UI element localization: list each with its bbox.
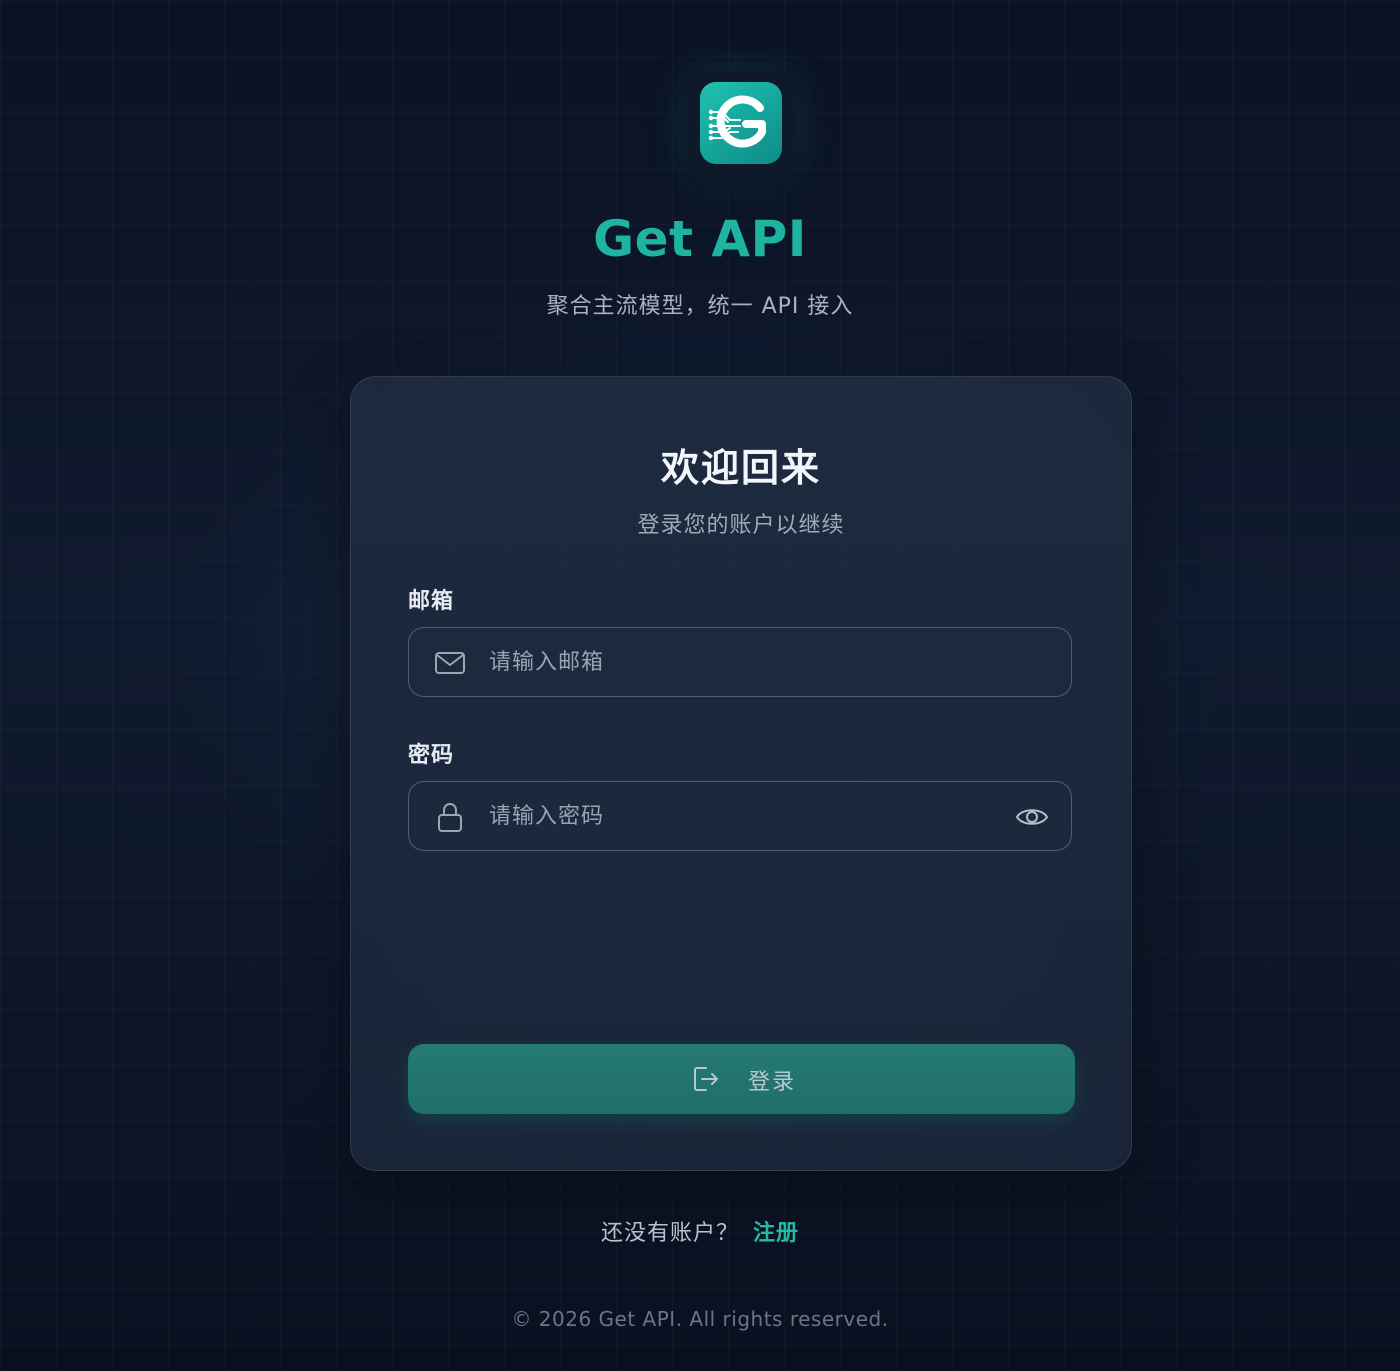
password-input[interactable]: [487, 782, 971, 851]
login-card: 欢迎回来 登录您的账户以继续 邮箱 密码: [350, 376, 1132, 1171]
login-button[interactable]: 登录: [408, 1044, 1075, 1114]
signup-prompt: 还没有账户？: [600, 1221, 739, 1246]
signup-prompt-row: 还没有账户？ 注册: [0, 1215, 1400, 1247]
eye-icon[interactable]: [1015, 800, 1049, 834]
brand-tagline: 聚合主流模型，统一 API 接入: [546, 294, 854, 319]
brand-name: Get API: [593, 210, 807, 268]
login-title: 欢迎回来: [660, 446, 821, 490]
signup-link[interactable]: 注册: [753, 1221, 799, 1246]
password-field[interactable]: [408, 781, 1072, 851]
email-field[interactable]: [408, 627, 1072, 697]
email-input[interactable]: [487, 628, 971, 697]
circuit-g-icon: [700, 82, 782, 164]
mail-icon: [433, 646, 467, 680]
footer-copyright: © 2026 Get API. All rights reserved.: [511, 1307, 889, 1331]
login-subtitle: 登录您的账户以继续: [637, 513, 845, 538]
login-button-label: 登录: [748, 1070, 797, 1095]
password-label: 密码: [408, 743, 455, 768]
email-label: 邮箱: [408, 589, 455, 614]
lock-icon: [433, 800, 467, 834]
login-icon: [690, 1064, 720, 1094]
brand-logo: [686, 72, 796, 180]
